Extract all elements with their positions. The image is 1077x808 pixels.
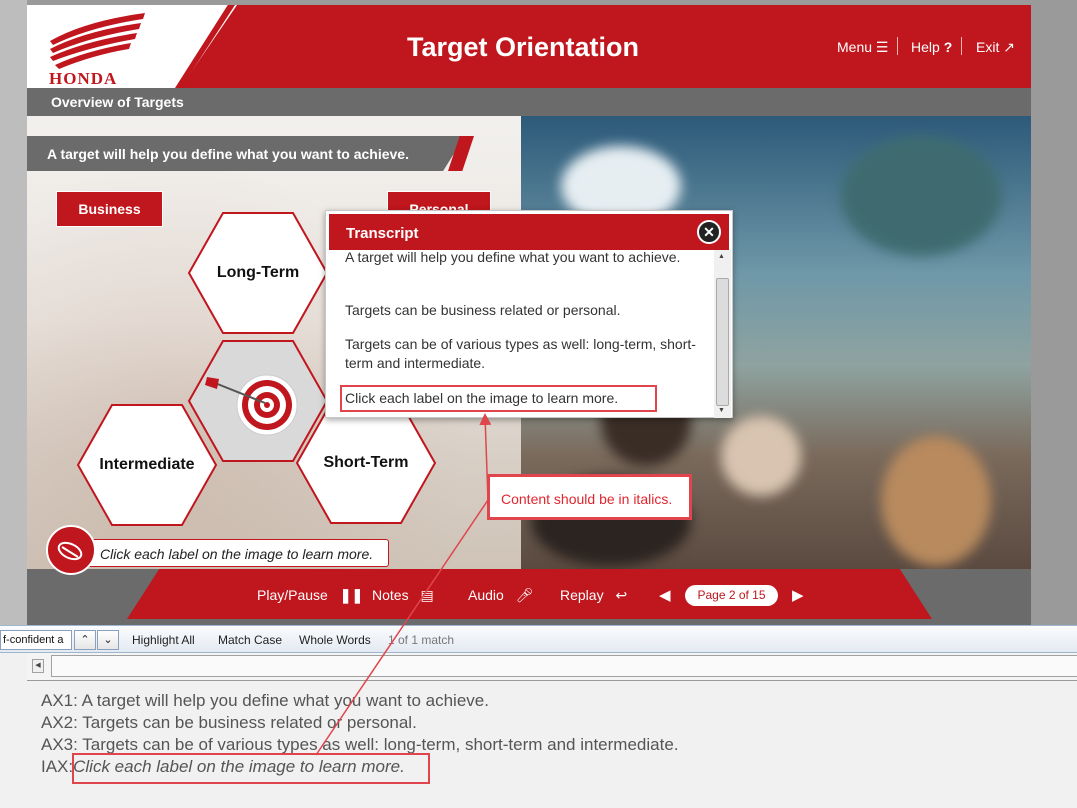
honda-logo-text: HONDA [49,69,118,88]
annotation-highlight-transcript [340,385,657,412]
pause-icon: ❚❚ [339,587,364,603]
external-link-icon: ↗ [1003,39,1015,55]
notes-icon: ▤ [420,587,434,603]
match-case-button[interactable]: Match Case [218,633,282,647]
header-separator [961,37,962,55]
help-label: Help [911,39,940,55]
line-text: Targets can be of various types as well:… [82,735,679,754]
page-indicator: Page 2 of 15 [685,585,778,606]
line-prefix: AX1: [41,691,78,710]
play-pause-button[interactable]: Play/Pause ❚❚ [257,587,363,604]
close-icon[interactable]: ✕ [697,220,721,244]
find-previous-icon[interactable]: ⌃ [74,630,96,650]
annotation-note: Content should be in italics. [487,474,692,520]
transcript-paragraph-3: Targets can be of various types as well:… [345,336,696,371]
transcript-header: Transcript ✕ [329,214,729,250]
notes-button[interactable]: Notes ▤ [372,587,434,604]
intermediate-label: Intermediate [99,456,195,473]
audio-label: Audio [468,587,504,603]
find-next-icon[interactable]: ⌄ [97,630,119,650]
menu-label: Menu [837,39,873,55]
replay-icon: ↩ [615,587,628,603]
question-icon: ? [943,39,953,55]
find-input[interactable]: f-confident a [0,630,72,650]
transcript-paragraph-1: A target will help you define what you w… [345,250,681,265]
course-title: Target Orientation [407,32,640,62]
next-page-icon[interactable]: ▶ [792,586,804,604]
line-prefix: IAX: [41,757,74,776]
exit-label: Exit [976,39,1000,55]
previous-page-icon[interactable]: ◀ [659,586,671,604]
menu-button[interactable]: Menu ☰ [837,39,888,56]
hamburger-icon: ☰ [875,39,889,55]
instruction-text: Click each label on the image to learn m… [100,546,374,562]
exit-button[interactable]: Exit ↗ [976,39,1015,56]
window-frame-left [0,0,27,625]
microphone-icon: 🎤︎ [515,587,534,603]
whole-words-button[interactable]: Whole Words [299,633,371,647]
transcript-paragraph-2: Targets can be business related or perso… [345,302,621,318]
header-separator [897,37,898,55]
line-text: A target will help you define what you w… [81,691,489,710]
scroll-down-icon[interactable]: ▼ [718,407,725,414]
audio-button[interactable]: Audio 🎤︎ [468,587,533,604]
play-pause-label: Play/Pause [257,587,328,603]
honda-wing-logo-icon [50,13,145,69]
window-frame-right [1031,0,1077,625]
help-button[interactable]: Help ? [911,39,952,55]
annotation-note-text: Content should be in italics. [501,491,673,507]
transcript-scrollbar[interactable]: ▲ ▼ [714,250,731,418]
long-term-label: Long-Term [216,264,300,281]
highlight-all-button[interactable]: Highlight All [132,633,195,647]
business-label-button[interactable]: Business [57,192,162,226]
click-hand-icon [46,525,96,575]
short-term-label: Short-Term [323,454,409,471]
find-match-count: 1 of 1 match [388,633,455,647]
text-line-ax1: AX1: A target will help you define what … [41,691,489,711]
text-line-ax3: AX3: Targets can be of various types as … [41,735,679,755]
text-pane-gutter [0,653,27,808]
transcript-title: Transcript [346,225,419,242]
find-toolbar: f-confident a ⌃ ⌄ Highlight All Match Ca… [0,625,1077,653]
annotation-highlight-iax [72,753,430,784]
line-prefix: AX3: [41,735,78,754]
long-term-hex-button[interactable]: Long-Term [187,211,329,335]
text-pane-toolbar: ◀ [27,653,1077,681]
scroll-left-icon[interactable]: ◀ [32,659,44,673]
replay-button[interactable]: Replay ↩ [560,587,627,604]
course-header: HONDA Target Orientation Menu ☰ Help ? E… [27,5,1031,88]
intermediate-hex-button[interactable]: Intermediate [76,403,218,527]
page-subheader: Overview of Targets [27,88,1031,116]
instruction-box: Click each label on the image to learn m… [73,539,389,567]
page-title: Overview of Targets [51,94,184,110]
line-text: Targets can be business related or perso… [82,713,417,732]
scroll-up-icon[interactable]: ▲ [718,253,725,260]
text-line-ax2: AX2: Targets can be business related or … [41,713,417,733]
intro-banner-text: A target will help you define what you w… [47,146,409,162]
text-pane-ruler [51,655,1077,677]
replay-label: Replay [560,587,604,603]
scroll-thumb[interactable] [716,278,729,406]
line-prefix: AX2: [41,713,78,732]
notes-label: Notes [372,587,409,603]
short-term-hex-button[interactable]: Short-Term [295,401,437,525]
